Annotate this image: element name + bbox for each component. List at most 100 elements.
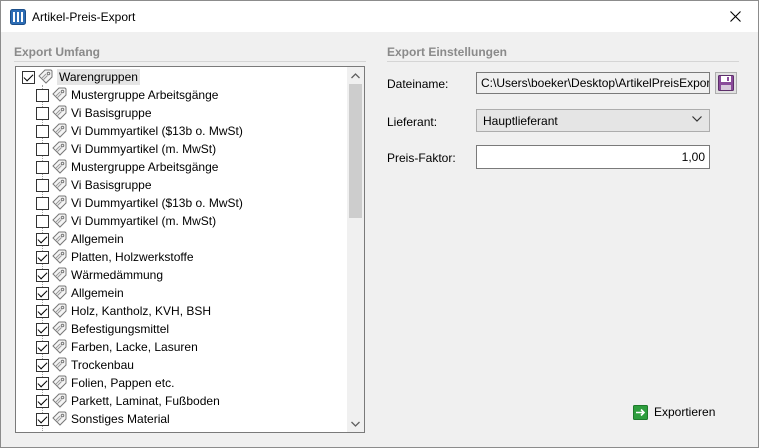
tree-item-checkbox[interactable]	[36, 88, 49, 102]
group-tag-icon	[52, 411, 67, 426]
tree-item-row[interactable]: Trockenbau	[16, 356, 348, 374]
tree-item-row[interactable]: Parkett, Laminat, Fußboden	[16, 392, 348, 410]
close-button[interactable]	[712, 1, 758, 32]
tree-item-checkbox[interactable]	[36, 340, 49, 354]
tree-item-checkbox[interactable]	[36, 268, 49, 282]
tree-item-row[interactable]: Sonstiges Material	[16, 410, 348, 428]
dateiname-label: Dateiname:	[387, 77, 449, 91]
warengruppen-tree[interactable]: Warengruppen Mustergruppe Arbeitsgänge Vi…	[15, 66, 365, 433]
tree-item-row[interactable]: Farben, Lacke, Lasuren	[16, 338, 348, 356]
tree-item-row[interactable]: Befestigungsmittel	[16, 320, 348, 338]
tree-item-label: Vi Basisgruppe	[71, 106, 152, 120]
tree-item-row[interactable]: Holz, Kantholz, KVH, BSH	[16, 302, 348, 320]
lieferant-value: Hauptlieferant	[483, 113, 558, 128]
tree-item-checkbox[interactable]	[36, 142, 49, 156]
tree-item-label: Befestigungsmittel	[71, 322, 170, 336]
tree-item-label: Vi Dummyartikel ($13b o. MwSt)	[71, 196, 243, 210]
tree-item-checkbox[interactable]	[36, 286, 49, 300]
group-tag-icon	[52, 339, 67, 354]
chevron-up-icon	[351, 72, 360, 78]
scroll-up-button[interactable]	[347, 67, 364, 84]
tree-item-label: Parkett, Laminat, Fußboden	[71, 394, 220, 408]
tree-content: Warengruppen Mustergruppe Arbeitsgänge Vi…	[16, 67, 348, 432]
scroll-down-button[interactable]	[347, 415, 364, 432]
preis-faktor-value: 1,00	[681, 150, 705, 164]
tree-item-label: Farben, Lacke, Lasuren	[71, 340, 198, 354]
export-label: Exportieren	[654, 405, 716, 419]
tree-item-row[interactable]: Vi Basisgruppe	[16, 104, 348, 122]
group-tag-icon	[52, 159, 67, 174]
group-tag-icon	[52, 357, 67, 372]
group-tag-icon	[52, 105, 67, 120]
tree-item-row[interactable]: Allgemein	[16, 284, 348, 302]
tree-item-checkbox[interactable]	[36, 322, 49, 336]
tree-item-checkbox[interactable]	[36, 160, 49, 174]
tree-item-label: Allgemein	[71, 232, 124, 246]
tree-root-row[interactable]: Warengruppen	[16, 68, 348, 86]
tree-item-checkbox[interactable]	[36, 196, 49, 210]
tree-item-checkbox[interactable]	[36, 232, 49, 246]
group-tag-icon	[38, 69, 53, 84]
tree-item-row[interactable]: Mustergruppe Arbeitsgänge	[16, 86, 348, 104]
group-tag-icon	[52, 285, 67, 300]
tree-item-label: Trockenbau	[71, 358, 134, 372]
tree-item-label: Mustergruppe Arbeitsgänge	[71, 160, 219, 174]
tree-item-checkbox[interactable]	[36, 358, 49, 372]
group-tag-icon	[52, 303, 67, 318]
tree-item-label: Vi Dummyartikel (m. MwSt)	[71, 142, 217, 156]
dialog-window: Artikel-Preis-Export Export Umfang Waren…	[0, 0, 759, 448]
scroll-thumb[interactable]	[349, 84, 362, 218]
group-tag-icon	[52, 321, 67, 336]
title-bar[interactable]: Artikel-Preis-Export	[1, 1, 758, 32]
tree-item-checkbox[interactable]	[36, 178, 49, 192]
close-icon	[729, 11, 741, 22]
chevron-down-icon	[692, 116, 702, 122]
tree-item-checkbox[interactable]	[36, 304, 49, 318]
export-umfang-title: Export Umfang	[14, 45, 101, 59]
app-icon	[10, 9, 26, 25]
lieferant-label: Lieferant:	[387, 115, 438, 129]
group-tag-icon	[52, 141, 67, 156]
tree-root-checkbox[interactable]	[22, 70, 35, 84]
save-file-button[interactable]	[715, 72, 737, 94]
tree-item-label: Vi Dummyartikel (m. MwSt)	[71, 214, 217, 228]
tree-item-row[interactable]: Wärmedämmung	[16, 266, 348, 284]
window-title: Artikel-Preis-Export	[32, 10, 136, 24]
tree-item-row[interactable]: Vi Dummyartikel ($13b o. MwSt)	[16, 194, 348, 212]
tree-item-checkbox[interactable]	[36, 124, 49, 138]
group-tag-icon	[52, 123, 67, 138]
tree-item-label: Sonstiges Material	[71, 412, 170, 426]
preis-faktor-input[interactable]: 1,00	[476, 145, 710, 169]
tree-item-checkbox[interactable]	[36, 412, 49, 426]
tree-item-checkbox[interactable]	[36, 214, 49, 228]
tree-item-row[interactable]: Allgemein	[16, 230, 348, 248]
tree-item-row[interactable]: Vi Dummyartikel ($13b o. MwSt)	[16, 122, 348, 140]
group-tag-icon	[52, 177, 67, 192]
tree-item-label: Wärmedämmung	[71, 268, 164, 282]
tree-item-row[interactable]: Vi Dummyartikel (m. MwSt)	[16, 140, 348, 158]
tree-scrollbar[interactable]	[347, 67, 364, 432]
tree-item-checkbox[interactable]	[36, 106, 49, 120]
tree-root-label: Warengruppen	[57, 69, 140, 85]
group-tag-icon	[52, 213, 67, 228]
dateiname-field[interactable]: C:\Users\boeker\Desktop\ArtikelPreisExpo…	[476, 72, 710, 94]
export-button[interactable]: Exportieren	[633, 403, 715, 421]
tree-item-checkbox[interactable]	[36, 250, 49, 264]
tree-item-checkbox[interactable]	[36, 376, 49, 390]
tree-item-label: Allgemein	[71, 286, 124, 300]
tree-item-checkbox[interactable]	[36, 394, 49, 408]
tree-item-row[interactable]: Folien, Pappen etc.	[16, 374, 348, 392]
group-tag-icon	[52, 267, 67, 282]
export-einstellungen-title: Export Einstellungen	[387, 45, 508, 59]
tree-item-row[interactable]: Vi Basisgruppe	[16, 176, 348, 194]
lieferant-select[interactable]: Hauptlieferant	[476, 109, 710, 132]
group-tag-icon	[52, 249, 67, 264]
export-umfang-divider	[14, 61, 366, 62]
tree-item-row[interactable]: Mustergruppe Arbeitsgänge	[16, 158, 348, 176]
tree-item-label: Folien, Pappen etc.	[71, 376, 175, 390]
tree-item-row[interactable]: Vi Dummyartikel (m. MwSt)	[16, 212, 348, 230]
tree-item-label: Vi Dummyartikel ($13b o. MwSt)	[71, 124, 243, 138]
group-tag-icon	[52, 231, 67, 246]
floppy-disk-icon	[718, 75, 734, 91]
tree-item-row[interactable]: Platten, Holzwerkstoffe	[16, 248, 348, 266]
